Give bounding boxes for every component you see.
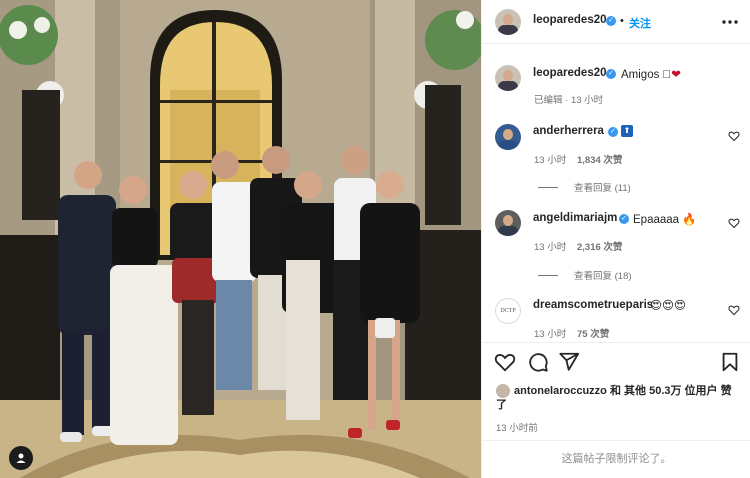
view-replies-button[interactable]: 查看回复 (18) — [538, 268, 632, 282]
comment-avatar[interactable]: DCTP — [495, 298, 521, 324]
comment-time: 13 小时 — [534, 329, 567, 340]
comment-username[interactable]: angeldimariajm — [533, 212, 617, 224]
post-side-panel: leoparedes20 ✓ • 关注 leoparedes20 ✓ Amigo… — [481, 0, 750, 478]
post-header: leoparedes20 ✓ • 关注 — [482, 0, 750, 44]
likes-avatar[interactable] — [496, 384, 510, 399]
comment-likes[interactable]: 1,834 次赞 — [577, 152, 622, 166]
likes-summary: antonelaroccuzzo 和 其他 50.3万 位用户 赞了 — [496, 384, 741, 412]
comment-username[interactable]: anderherrera — [533, 125, 604, 137]
share-icon[interactable] — [558, 351, 580, 373]
follow-button[interactable]: 关注 — [629, 15, 651, 31]
comment-time: 13 小时 — [534, 242, 567, 253]
comment-likes[interactable]: 2,316 次赞 — [577, 239, 622, 253]
heart-icon[interactable] — [494, 351, 516, 373]
verified-icon: ✓ — [606, 69, 616, 79]
caption-username[interactable]: leoparedes20 — [533, 67, 607, 79]
caption-author-avatar[interactable] — [495, 65, 521, 91]
comment-username[interactable]: dreamscometrueparis — [533, 299, 653, 311]
comment-like-heart-icon[interactable] — [728, 217, 740, 229]
comment-text: Epaaaaa 🔥 — [633, 214, 697, 226]
comments-restricted-notice: 这篇帖子限制评论了。 — [482, 440, 750, 478]
comment-emoji-icon: ⬆ — [621, 125, 633, 137]
comment-avatar[interactable] — [495, 210, 521, 236]
comment-text: 😍😍😍 — [650, 300, 686, 312]
likes-username[interactable]: antonelaroccuzzo — [514, 385, 607, 397]
author-username[interactable]: leoparedes20 — [533, 14, 607, 26]
comment-time: 13 小时 — [534, 155, 567, 166]
comment-like-heart-icon[interactable] — [728, 304, 740, 316]
comment-likes[interactable]: 75 次赞 — [577, 326, 609, 340]
post-timestamp: 13 小时前 — [496, 423, 538, 434]
post-photo[interactable] — [0, 0, 481, 478]
more-options-icon[interactable] — [720, 12, 740, 32]
caption-text: Amigos 🏽❤ — [621, 69, 681, 81]
view-replies-button[interactable]: 查看回复 (11) — [538, 180, 631, 194]
comment-avatar[interactable] — [495, 124, 521, 150]
user-tag-icon[interactable] — [9, 446, 33, 470]
comment-like-heart-icon[interactable] — [728, 130, 740, 142]
verified-icon: ✓ — [606, 16, 616, 26]
post-action-bar — [482, 342, 750, 386]
verified-icon: ✓ — [608, 127, 618, 137]
comment-icon[interactable] — [527, 351, 549, 373]
caption-meta: 已编辑 · 13 小时 — [534, 95, 604, 106]
bookmark-icon[interactable] — [719, 351, 741, 373]
separator-dot: • — [620, 15, 624, 27]
author-avatar[interactable] — [495, 9, 521, 35]
photo-illustration — [0, 0, 481, 478]
verified-icon: ✓ — [619, 214, 629, 224]
comment-avatar-logo-text: DCTP — [500, 308, 516, 314]
